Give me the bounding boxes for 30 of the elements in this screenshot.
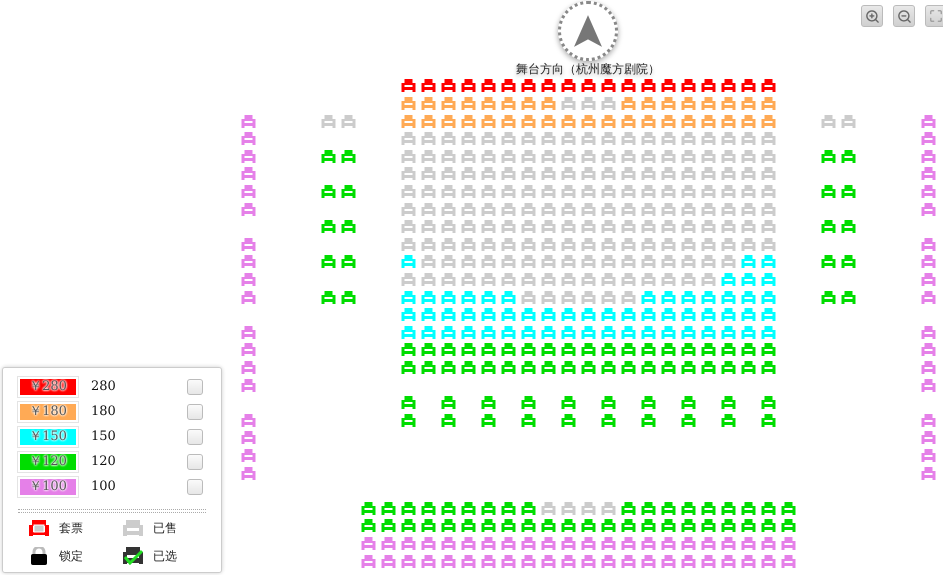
zoom-out-button[interactable] (893, 5, 915, 27)
price-value: 150 (91, 428, 116, 446)
seat-type-label: 锁定 (59, 548, 83, 565)
price-value: 180 (91, 402, 116, 421)
seat-type-label: 已选 (153, 548, 177, 565)
price-swatch: ￥280 (18, 376, 78, 396)
zoom-in-button[interactable] (861, 5, 883, 27)
price-checkbox[interactable] (187, 378, 203, 394)
zoom-in-icon (864, 8, 880, 24)
price-checkbox[interactable] (187, 428, 203, 444)
price-swatch: ￥120 (18, 452, 78, 472)
price-checkbox[interactable] (187, 454, 203, 470)
price-value: 120 (91, 452, 116, 471)
price-checkbox[interactable] (187, 404, 203, 420)
zoom-out-icon (896, 8, 912, 24)
fullscreen-button[interactable] (925, 5, 943, 27)
price-swatch: ￥150 (18, 426, 78, 446)
package-seat-icon (29, 520, 49, 536)
price-swatch: ￥180 (18, 402, 78, 422)
price-value: 280 (91, 378, 116, 396)
chair-check-icon (123, 547, 143, 565)
seat-type-label: 套票 (59, 520, 83, 537)
price-swatch: ￥100 (18, 476, 78, 496)
seat-type-label: 已售 (153, 520, 177, 537)
price-value: 100 (91, 478, 116, 496)
stage-direction-title: 舞台方向（杭州魔方剧院） (516, 61, 660, 77)
fullscreen-icon (929, 9, 943, 23)
chair-icon (123, 520, 143, 536)
lock-icon (29, 547, 49, 565)
price-checkbox[interactable] (187, 478, 203, 494)
